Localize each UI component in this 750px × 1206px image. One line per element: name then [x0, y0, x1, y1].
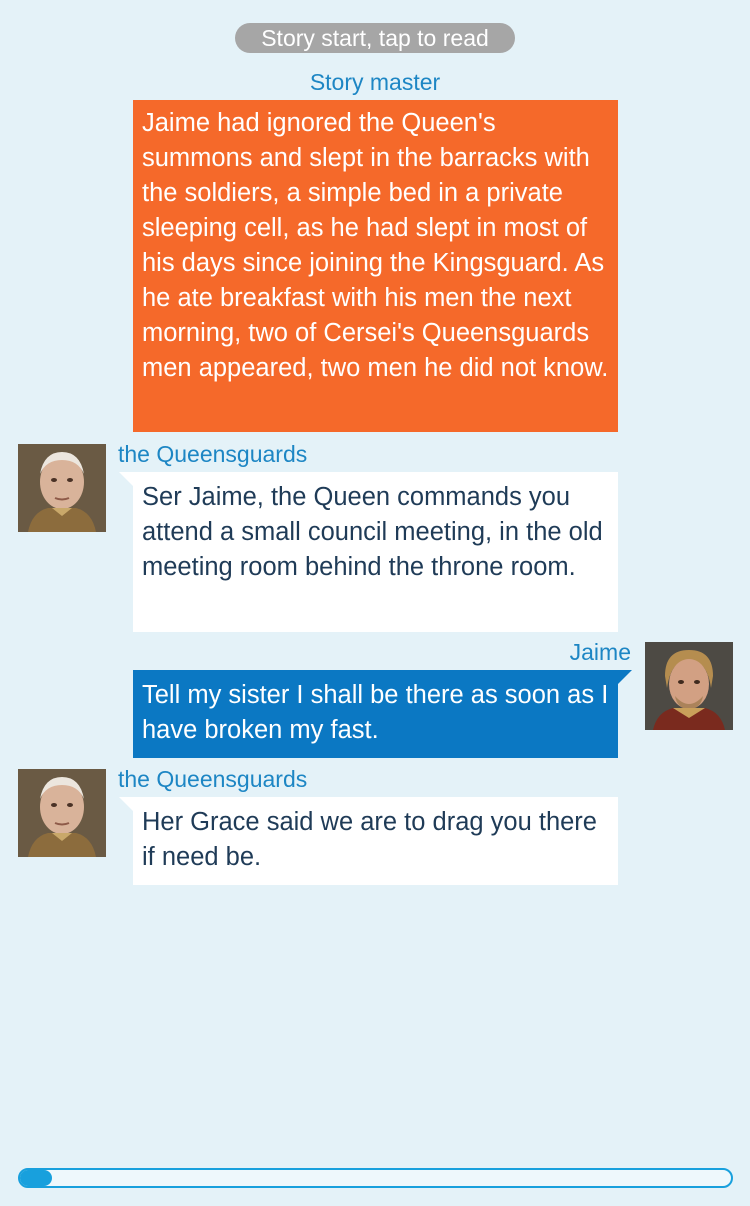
message-text: Jaime had ignored the Queen's summons an…: [142, 109, 609, 382]
message-text: Tell my sister I shall be there as soon …: [142, 681, 609, 744]
old-man-portrait-icon: [18, 769, 106, 857]
speaker-name-queensguards: the Queensguards: [118, 766, 308, 792]
speaker-name-jaime: Jaime: [569, 639, 631, 665]
story-progress-fill: [20, 1170, 52, 1186]
other-message-bubble: Her Grace said we are to drag you there …: [119, 797, 618, 885]
story-start-button[interactable]: Story start, tap to read: [235, 23, 515, 53]
jaime-avatar: [645, 642, 733, 730]
story-progress-bar[interactable]: [18, 1168, 733, 1188]
man-portrait-icon: [645, 642, 733, 730]
bubble-tail: [119, 797, 133, 811]
message-text: Ser Jaime, the Queen commands you attend…: [142, 483, 603, 581]
bubble-tail: [618, 670, 632, 684]
old-man-portrait-icon: [18, 444, 106, 532]
other-message-bubble: Ser Jaime, the Queen commands you attend…: [119, 472, 618, 632]
bubble-tail: [119, 472, 133, 486]
queensguard-avatar: [18, 769, 106, 857]
player-message-bubble: Tell my sister I shall be there as soon …: [133, 670, 632, 758]
speaker-name-queensguards: the Queensguards: [118, 441, 308, 467]
speaker-name-story-master: Story master: [309, 69, 441, 95]
message-text: Her Grace said we are to drag you there …: [142, 808, 597, 871]
queensguard-avatar: [18, 444, 106, 532]
narrator-message-bubble: Jaime had ignored the Queen's summons an…: [133, 100, 618, 432]
